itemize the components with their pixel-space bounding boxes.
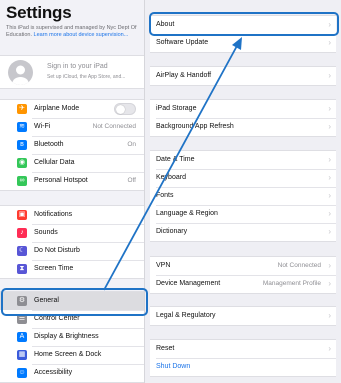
annotation-arrow (103, 37, 242, 291)
